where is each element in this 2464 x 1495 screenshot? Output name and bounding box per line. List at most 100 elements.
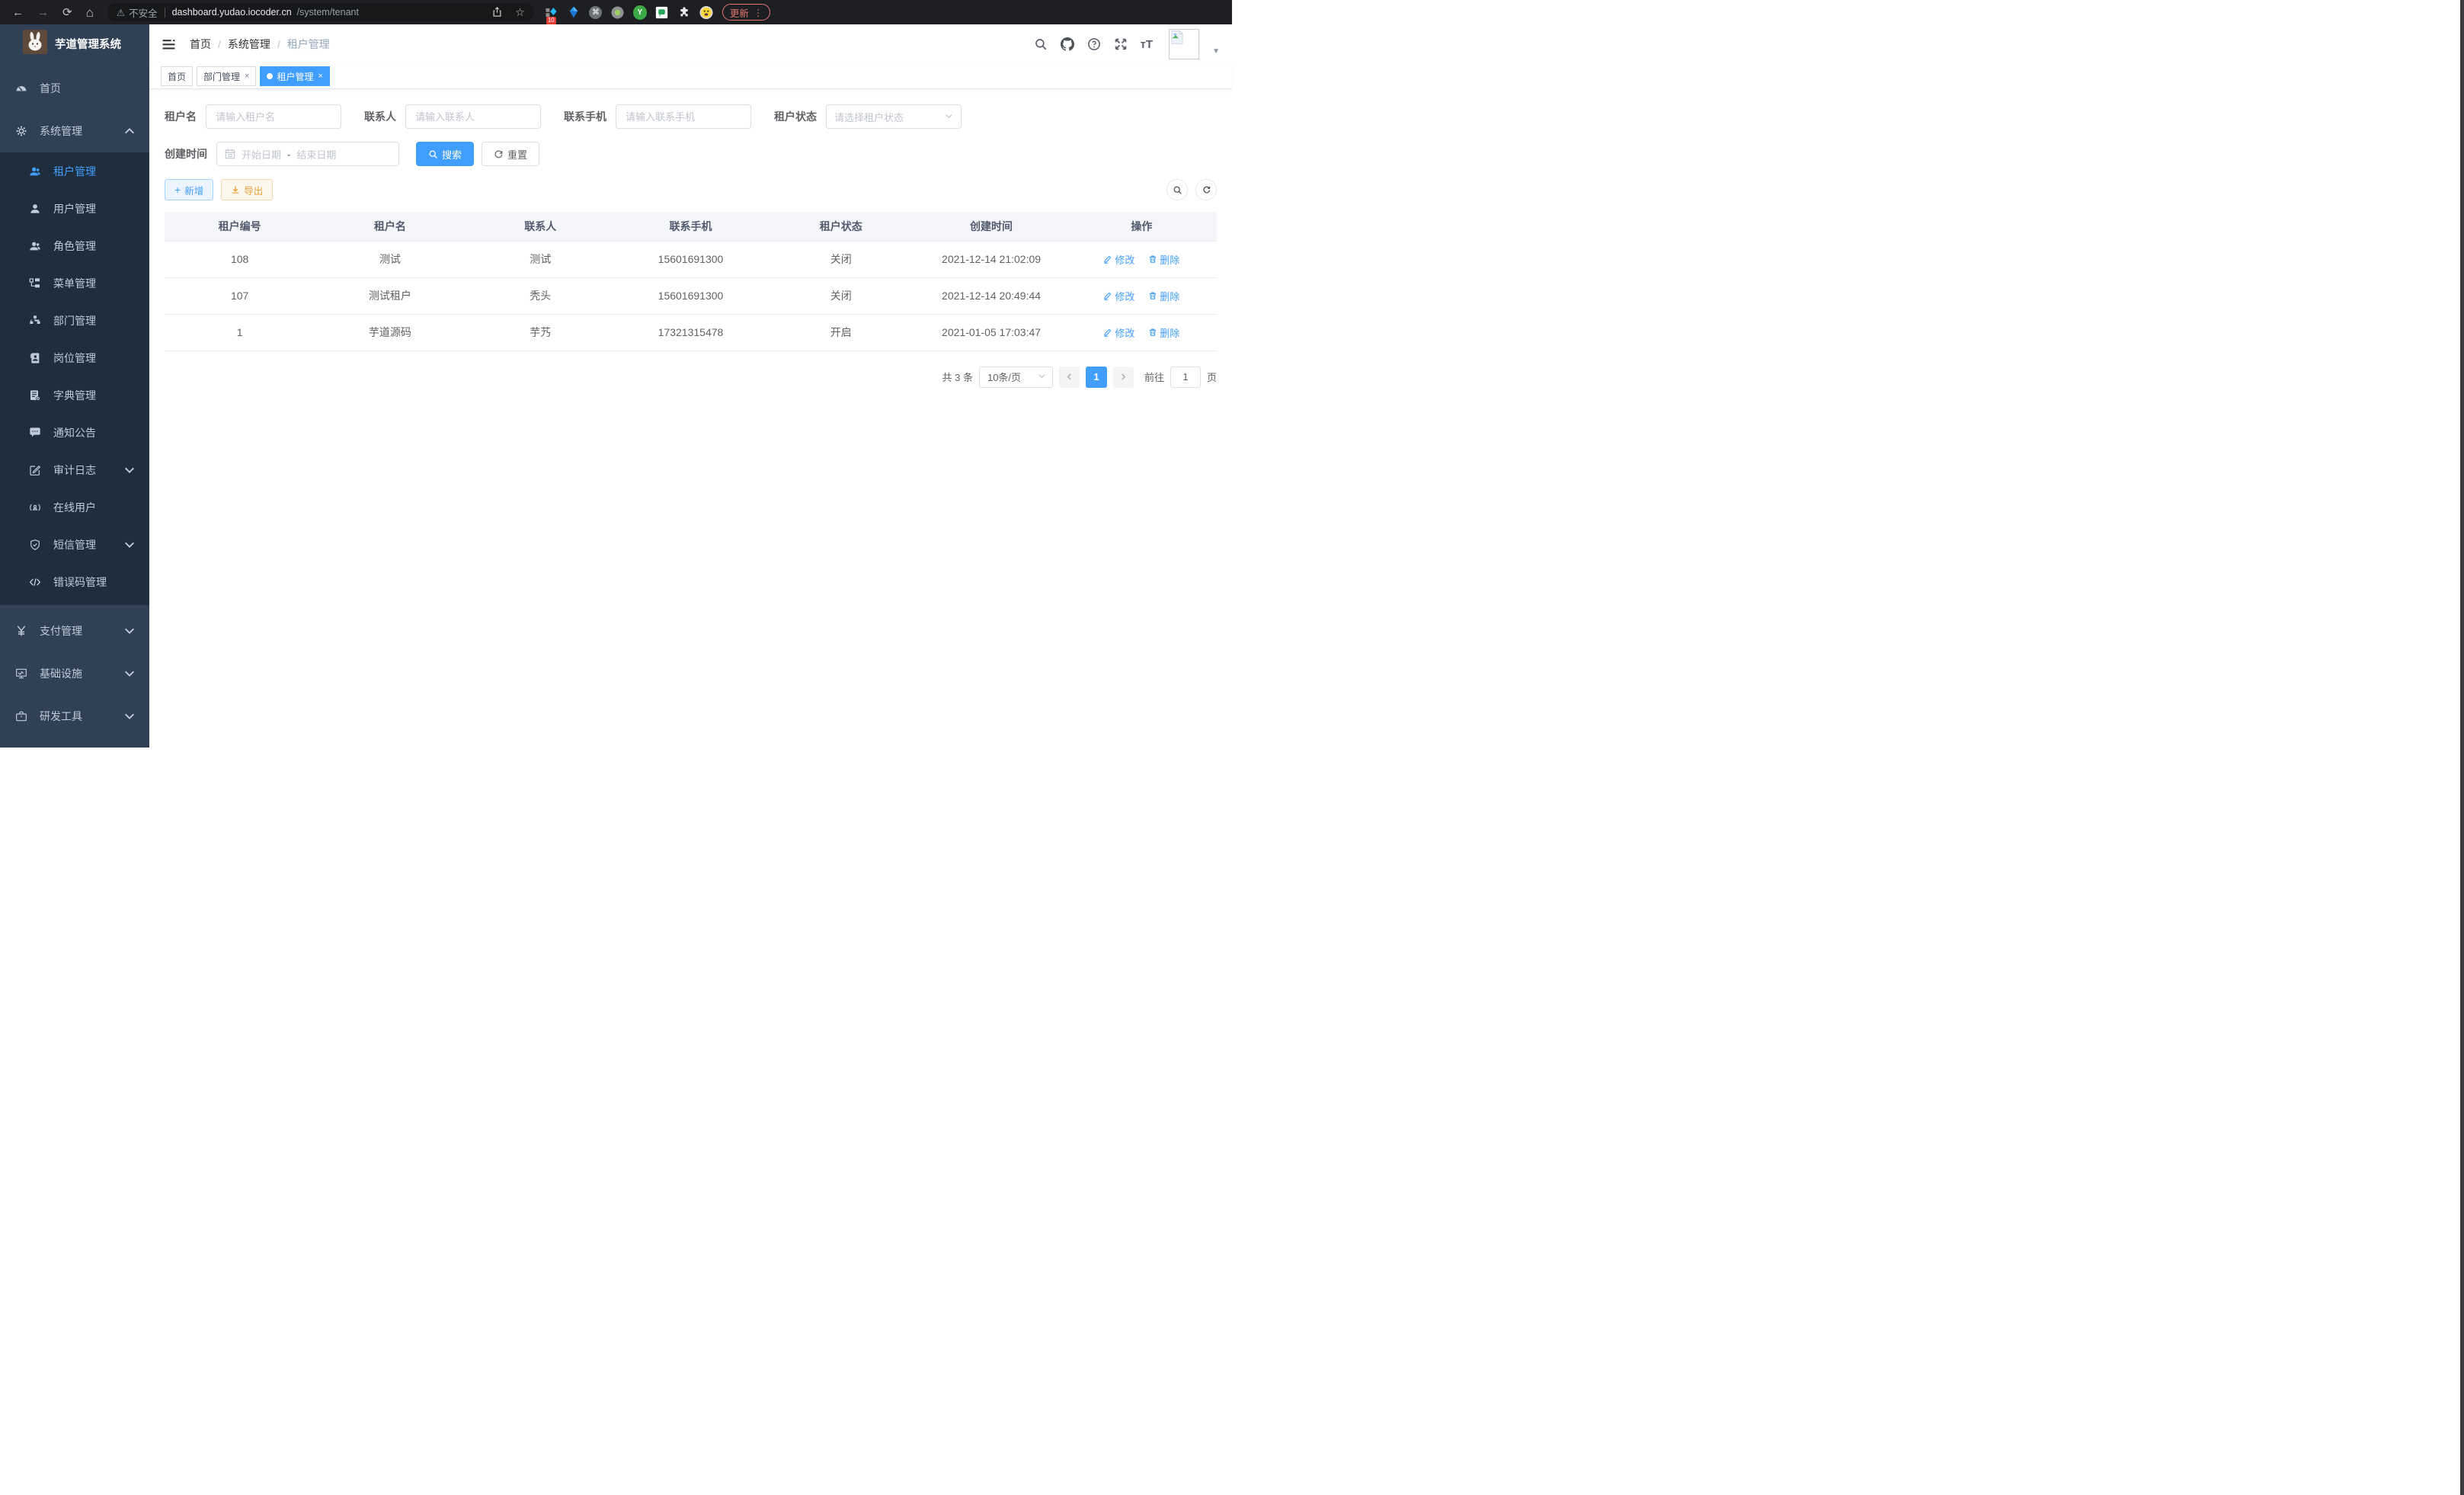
cell-mobile: 15601691300 — [616, 277, 766, 314]
chevron-down-icon — [123, 464, 136, 476]
security-status[interactable]: ⚠ 不安全 — [117, 5, 158, 20]
app-logo-row[interactable]: 芋道管理系统 — [0, 24, 149, 62]
extension-kite-icon[interactable] — [567, 5, 581, 19]
sidebar-item-home[interactable]: 首页 — [0, 67, 149, 110]
browser-menu-dots-icon[interactable]: ⋮ — [754, 7, 763, 18]
sidebar-item-online-users[interactable]: 在线用户 — [0, 488, 149, 526]
sidebar-item-audit-log[interactable]: 审计日志 — [0, 451, 149, 488]
warning-icon: ⚠ — [117, 7, 125, 18]
fullscreen-icon[interactable] — [1114, 37, 1128, 51]
status-select-placeholder: 请选择租户状态 — [834, 110, 904, 124]
online-users-icon — [29, 501, 41, 514]
sidebar-item-dev-tools[interactable]: 研发工具 — [0, 695, 149, 738]
sidebar-item-system[interactable]: 系统管理 — [0, 110, 149, 152]
delete-link[interactable]: 删除 — [1148, 289, 1179, 303]
sidebar-item-tenant[interactable]: 租户管理 — [0, 152, 149, 190]
breadcrumb-home[interactable]: 首页 — [190, 37, 211, 52]
avatar-caret-icon[interactable]: ▼ — [1212, 47, 1220, 56]
reload-icon[interactable]: ⟳ — [62, 7, 72, 18]
extension-y-icon[interactable]: Y — [633, 5, 647, 19]
search-icon — [1173, 185, 1182, 195]
close-icon[interactable]: × — [318, 72, 322, 81]
edit-link[interactable]: 修改 — [1103, 289, 1134, 303]
reset-button[interactable]: 重置 — [482, 142, 539, 166]
refresh-icon — [494, 149, 504, 159]
search-button[interactable]: 搜索 — [416, 142, 474, 166]
sidebar-item-payment[interactable]: 支付管理 — [0, 610, 149, 652]
tab-label: 首页 — [168, 70, 186, 83]
back-icon[interactable]: ← — [12, 7, 24, 18]
extension-chat-icon[interactable] — [655, 5, 669, 19]
sidebar-item-user[interactable]: 用户管理 — [0, 190, 149, 227]
profile-avatar-icon[interactable] — [699, 5, 713, 19]
sidebar-toggle-icon[interactable] — [162, 37, 176, 52]
sidebar-item-label: 用户管理 — [53, 201, 96, 216]
sidebar-item-sms[interactable]: 短信管理 — [0, 526, 149, 563]
dictionary-icon — [29, 389, 41, 402]
prev-page-button[interactable] — [1059, 367, 1080, 388]
sidebar-item-notice[interactable]: 通知公告 — [0, 414, 149, 451]
edit-link[interactable]: 修改 — [1103, 325, 1134, 340]
mobile-input[interactable] — [616, 104, 751, 129]
start-date-placeholder[interactable]: 开始日期 — [242, 147, 281, 162]
refresh-table-button[interactable] — [1195, 179, 1217, 200]
sidebar-item-label: 在线用户 — [53, 500, 96, 515]
goto-page-input[interactable] — [1170, 367, 1201, 388]
sidebar-item-error-code[interactable]: 错误码管理 — [0, 563, 149, 600]
user-avatar[interactable] — [1169, 29, 1199, 59]
browser-update-button[interactable]: 更新 ⋮ — [722, 4, 771, 21]
breadcrumb-section[interactable]: 系统管理 — [228, 37, 270, 52]
header-search-icon[interactable] — [1034, 37, 1048, 51]
extension-monkey-icon[interactable]: 10 — [545, 5, 558, 19]
page-number-1[interactable]: 1 — [1086, 367, 1107, 388]
extension-command-icon[interactable]: ⌘ — [589, 5, 603, 19]
tree-icon — [29, 277, 41, 290]
delete-link[interactable]: 删除 — [1148, 325, 1179, 340]
tab-home[interactable]: 首页 — [161, 66, 193, 86]
window-scrollbar-strip[interactable] — [2460, 0, 2464, 1495]
help-icon[interactable] — [1087, 37, 1101, 51]
sidebar-item-label: 研发工具 — [40, 709, 82, 724]
badge-icon — [29, 352, 41, 364]
tab-tenant[interactable]: 租户管理 × — [260, 66, 329, 86]
sidebar-item-role[interactable]: 角色管理 — [0, 227, 149, 264]
sidebar-item-menu[interactable]: 菜单管理 — [0, 264, 149, 302]
tenant-name-input[interactable] — [206, 104, 341, 129]
delete-link[interactable]: 删除 — [1148, 252, 1179, 267]
sidebar-item-label: 角色管理 — [53, 238, 96, 254]
export-button[interactable]: 导出 — [221, 179, 273, 200]
share-icon[interactable] — [491, 6, 503, 19]
edit-link[interactable]: 修改 — [1103, 252, 1134, 267]
close-icon[interactable]: × — [245, 72, 249, 81]
next-page-button[interactable] — [1113, 367, 1134, 388]
status-select[interactable]: 请选择租户状态 — [826, 104, 962, 129]
end-date-placeholder[interactable]: 结束日期 — [296, 147, 336, 162]
font-size-icon[interactable]: ᴛT — [1141, 38, 1154, 51]
contact-input[interactable] — [405, 104, 541, 129]
cell-tenant-name: 芋道源码 — [315, 314, 465, 351]
sidebar-item-infra[interactable]: 基础设施 — [0, 652, 149, 695]
cell-mobile: 17321315478 — [616, 314, 766, 351]
chevron-down-icon — [123, 667, 136, 680]
bookmark-star-icon[interactable]: ☆ — [515, 7, 525, 18]
extensions-puzzle-icon[interactable] — [677, 5, 691, 19]
forward-icon[interactable]: → — [37, 7, 49, 18]
tab-dept[interactable]: 部门管理 × — [197, 66, 256, 86]
page-size-select[interactable]: 10条/页 — [979, 367, 1053, 388]
sidebar-item-label: 岗位管理 — [53, 351, 96, 366]
briefcase-icon — [15, 710, 27, 722]
extension-badge: 10 — [546, 17, 556, 24]
calendar-icon — [225, 149, 235, 159]
show-search-toggle-button[interactable] — [1166, 179, 1188, 200]
home-icon[interactable]: ⌂ — [86, 6, 94, 19]
create-time-range-picker[interactable]: 开始日期 - 结束日期 — [216, 142, 399, 166]
sidebar-item-dept[interactable]: 部门管理 — [0, 302, 149, 339]
address-bar[interactable]: ⚠ 不安全 dashboard.yudao.iocoder.cn/system/… — [107, 3, 534, 21]
extension-dot-icon[interactable] — [611, 5, 625, 19]
cell-contact: 秃头 — [466, 277, 616, 314]
sidebar-item-post[interactable]: 岗位管理 — [0, 339, 149, 376]
add-button[interactable]: + 新增 — [165, 179, 213, 200]
github-icon[interactable] — [1061, 37, 1074, 51]
app-logo — [23, 30, 47, 58]
sidebar-item-dict[interactable]: 字典管理 — [0, 376, 149, 414]
